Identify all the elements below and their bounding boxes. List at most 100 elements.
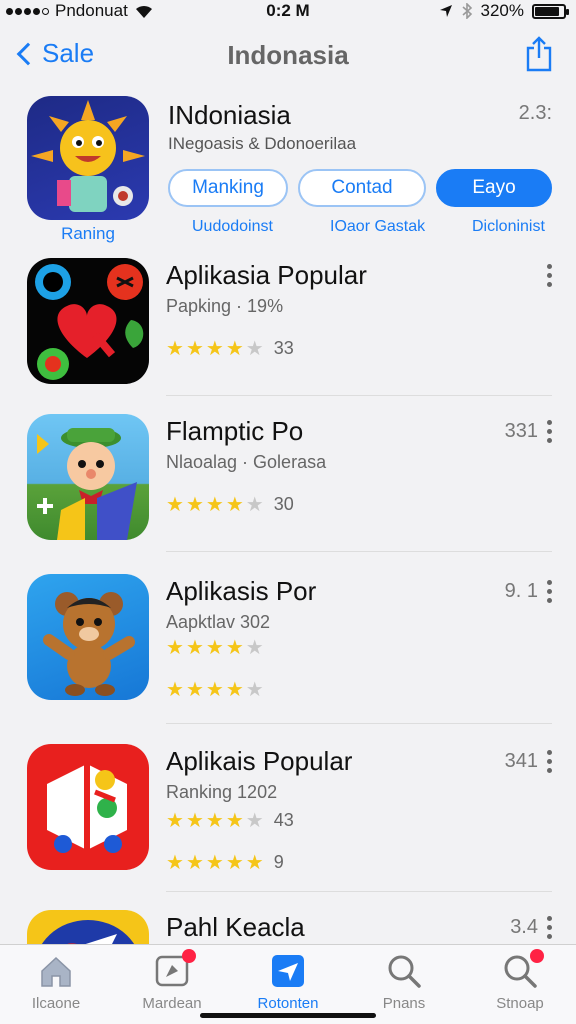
app-icon — [27, 574, 149, 700]
featured-app: Raning INdoniasia INegoasis & Ddonoerila… — [0, 92, 576, 250]
star-filled-icon: ★ — [225, 337, 244, 360]
tab-apps[interactable]: Rotonten — [238, 953, 338, 1012]
star-filled-icon: ★ — [225, 679, 244, 701]
search-icon — [386, 953, 422, 989]
list-item[interactable]: Pahl Keacla 3.4 — [0, 906, 576, 946]
tab-label: Mardean — [142, 995, 202, 1012]
star-filled-icon: ★ — [225, 637, 244, 659]
more-options-icon[interactable] — [546, 580, 552, 603]
app-subtitle: Ranking 1202 — [166, 782, 278, 802]
star-filled-icon: ★ — [166, 637, 184, 659]
star-filled-icon: ★ — [245, 851, 264, 874]
star-filled-icon: ★ — [166, 851, 184, 874]
app-title: Flamptic Po — [166, 416, 304, 446]
featured-number: 2.3: — [518, 102, 552, 124]
app-title: Aplikasia Popular — [166, 260, 367, 290]
star-filled-icon: ★ — [185, 337, 204, 360]
star-empty-icon: ★ — [245, 337, 264, 360]
star-filled-icon: ★ — [166, 337, 184, 360]
app-number: 9. 1 — [504, 580, 538, 602]
tab-search[interactable]: Stnoap — [470, 949, 570, 1012]
app-title: Aplikais Popular — [166, 746, 353, 776]
location-icon — [439, 5, 452, 17]
list-item[interactable]: Aplikasis Por Aapktlav 302 9. 1 ★ ★ ★ ★ ★ ★ ★… — [0, 570, 576, 724]
star-filled-icon: ★ — [185, 493, 204, 516]
star-filled-icon: ★ — [225, 851, 244, 874]
more-options-icon[interactable] — [546, 916, 552, 939]
app-subtitle: Papking · 19% — [166, 296, 284, 316]
status-bar: Pndonuat 0:2 M 320% — [0, 0, 576, 22]
battery-icon — [532, 3, 569, 19]
link-3[interactable]: Dicloninist — [472, 218, 545, 236]
star-filled-icon: ★ — [205, 851, 224, 874]
app-icon — [27, 910, 149, 946]
tab-bar: Ilcaone Mardean Rotonten Pnans Stnoap — [0, 944, 576, 1024]
star-filled-icon: ★ — [185, 809, 204, 832]
rating-count: 30 — [273, 494, 294, 514]
rating-stars-secondary: ★ ★ ★ ★ ★ 9 — [166, 852, 284, 873]
star-filled-icon: ★ — [185, 851, 204, 874]
share-icon[interactable] — [524, 36, 554, 72]
tab-label: Pnans — [382, 995, 426, 1012]
rating-stars: ★ ★ ★ ★ ★ — [166, 638, 274, 658]
link-2[interactable]: IOaor Gastak — [330, 218, 425, 236]
app-subtitle: Aapktlav 302 — [166, 612, 271, 632]
page-title: Indonasia — [227, 40, 349, 70]
tab-discover[interactable]: Mardean — [122, 949, 222, 1012]
featured-subtitle: INegoasis & Ddonoerilaa — [168, 134, 357, 153]
star-filled-icon: ★ — [225, 809, 244, 832]
primary-action-button[interactable]: Eayo — [436, 169, 552, 207]
app-number: 3.4 — [510, 916, 538, 938]
tab-home[interactable]: Ilcaone — [6, 953, 106, 1012]
contact-button[interactable]: Contad — [298, 169, 426, 207]
app-icon — [27, 414, 149, 540]
home-indicator — [200, 1013, 376, 1018]
featured-app-icon[interactable] — [27, 96, 149, 220]
list-item[interactable]: Aplikais Popular Ranking 1202 341 ★ ★ ★ ★ ★ 4… — [0, 740, 576, 892]
tab-label: Rotonten — [257, 995, 319, 1012]
row-divider — [166, 723, 552, 724]
compass-icon — [154, 949, 196, 989]
search-icon — [502, 949, 544, 989]
star-filled-icon: ★ — [205, 337, 224, 360]
featured-icon-label: Raning — [61, 224, 115, 243]
more-options-icon[interactable] — [546, 420, 552, 443]
notification-badge — [182, 949, 196, 963]
featured-title: INdoniasia — [168, 100, 291, 130]
rating-count-secondary: 9 — [273, 852, 284, 872]
rating-stars-secondary: ★ ★ ★ ★ ★ — [166, 680, 274, 700]
app-title: Pahl Keacla — [166, 912, 305, 942]
star-filled-icon: ★ — [205, 809, 224, 832]
rating-stars: ★ ★ ★ ★ ★ 30 — [166, 494, 294, 515]
app-number: 331 — [504, 420, 538, 442]
ranking-button[interactable]: Manking — [168, 169, 288, 207]
navigation-bar: Sale Indonasia — [0, 28, 576, 84]
rating-count: 33 — [273, 338, 294, 358]
app-icon — [27, 258, 149, 384]
battery-percent: 320% — [480, 1, 524, 20]
app-icon — [27, 744, 149, 870]
row-divider — [166, 551, 552, 552]
more-options-icon[interactable] — [546, 264, 552, 287]
bluetooth-icon — [461, 3, 472, 19]
apps-icon — [270, 953, 306, 989]
star-filled-icon: ★ — [185, 637, 204, 659]
star-filled-icon: ★ — [205, 493, 224, 516]
star-filled-icon: ★ — [185, 679, 204, 701]
link-1[interactable]: Uudodoinst — [192, 218, 273, 236]
star-empty-icon: ★ — [245, 493, 264, 516]
rating-count: 43 — [273, 810, 294, 830]
star-filled-icon: ★ — [166, 679, 184, 701]
star-empty-icon: ★ — [245, 679, 264, 701]
app-title: Aplikasis Por — [166, 576, 317, 606]
list-item[interactable]: Aplikasia Popular Papking · 19% ★ ★ ★ ★ ★ 33 — [0, 254, 576, 404]
more-options-icon[interactable] — [546, 750, 552, 773]
row-divider — [166, 395, 552, 396]
list-item[interactable]: Flamptic Po Nlaoalag · Golerasa 331 ★ ★ ★ ★… — [0, 410, 576, 560]
rating-stars: ★ ★ ★ ★ ★ 33 — [166, 338, 294, 359]
star-filled-icon: ★ — [166, 809, 184, 832]
star-filled-icon: ★ — [205, 637, 224, 659]
tab-label: Ilcaone — [31, 995, 81, 1012]
star-filled-icon: ★ — [166, 493, 184, 516]
tab-plans[interactable]: Pnans — [354, 953, 454, 1012]
